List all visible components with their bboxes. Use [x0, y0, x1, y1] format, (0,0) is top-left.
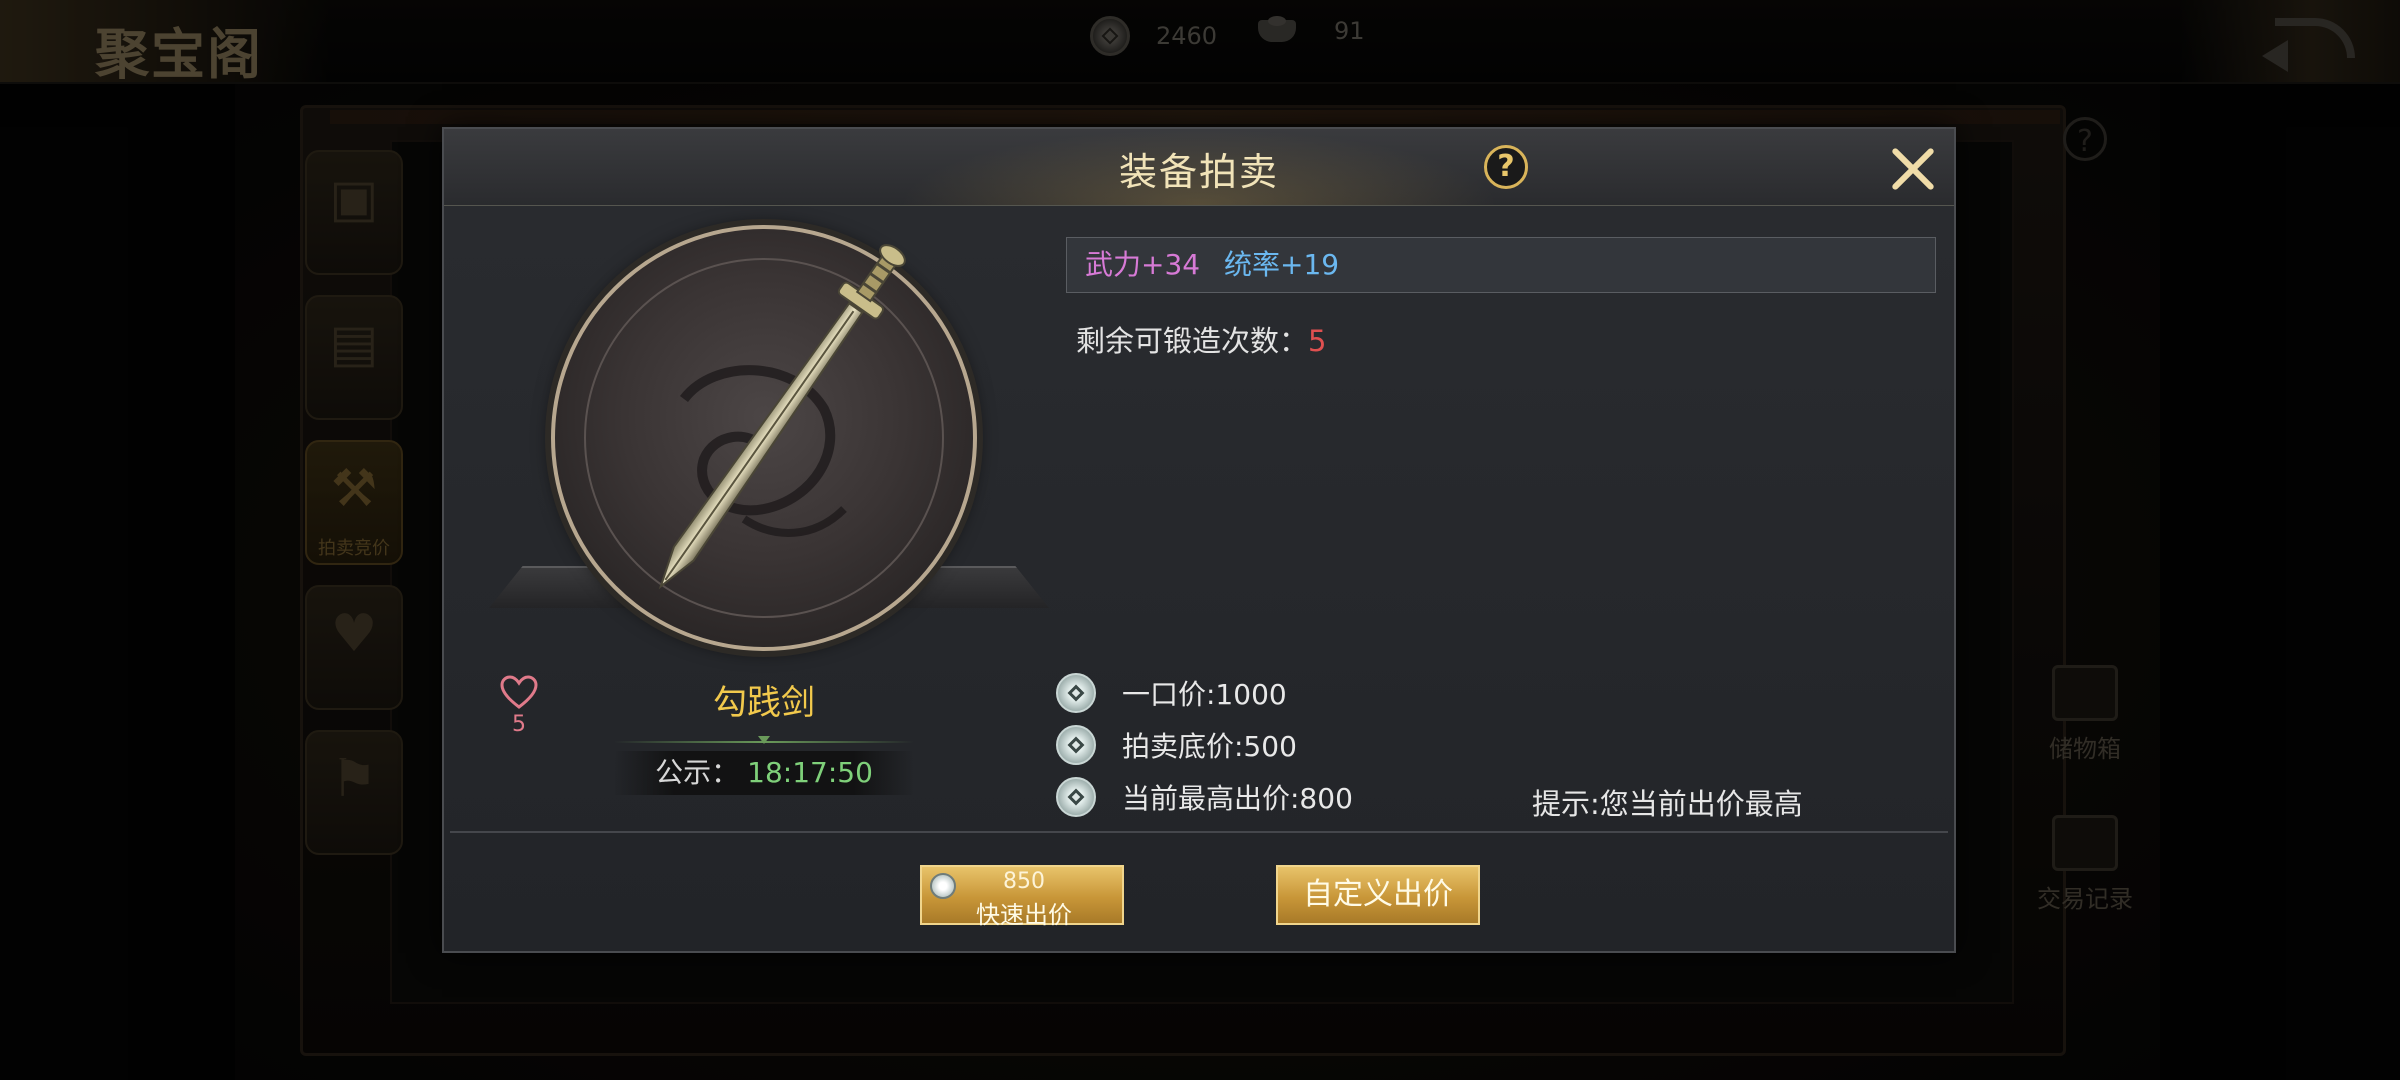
quick-bid-label: 快速出价: [976, 901, 1072, 929]
modal-header: 装备拍卖 ?: [444, 129, 1954, 206]
coin-icon: [1056, 725, 1096, 765]
help-icon[interactable]: ?: [1484, 145, 1528, 189]
publicity-label: 公示：: [655, 756, 740, 789]
sword-icon: [658, 244, 906, 590]
buyout-price: 一口价:1000: [1122, 678, 1287, 711]
bid-hint: 提示:您当前出价最高: [1532, 787, 1803, 821]
publicity-timer: 公示： 18:17:50: [614, 751, 914, 795]
coin-icon: [1056, 673, 1096, 713]
current-bid-row: 当前最高出价:800: [1056, 775, 1353, 819]
footer-divider: [450, 831, 1948, 833]
modal-title: 装备拍卖: [1118, 150, 1279, 194]
forge-count: 5: [1308, 324, 1327, 358]
stat-wuli: 武力+34: [1085, 248, 1201, 281]
base-price: 拍卖底价:500: [1122, 730, 1297, 763]
publicity-time: 18:17:50: [747, 756, 873, 789]
auction-modal: 装备拍卖 ? 5 勾践剑 公示： 18:17:50 武力+34 统率+19 剩余…: [442, 127, 1956, 953]
buyout-price-row: 一口价:1000: [1056, 671, 1287, 715]
forge-label: 剩余可锻造次数：: [1076, 324, 1309, 358]
base-price-row: 拍卖底价:500: [1056, 723, 1297, 767]
item-name: 勾践剑: [713, 683, 815, 723]
current-highest-bid: 当前最高出价:800: [1122, 782, 1353, 815]
item-name-underline-tick: [758, 736, 770, 744]
quick-bid-button[interactable]: 850 快速出价: [920, 865, 1124, 929]
close-icon[interactable]: [1888, 143, 1938, 193]
heart-icon[interactable]: [499, 673, 539, 713]
quick-bid-amount: 850: [1003, 869, 1045, 894]
forge-remaining: 剩余可锻造次数：5: [1076, 318, 1326, 360]
like-count: 5: [512, 712, 526, 737]
stat-tongshuai: 统率+19: [1224, 248, 1340, 281]
custom-bid-button[interactable]: 自定义出价: [1276, 865, 1480, 925]
item-stats: 武力+34 统率+19: [1066, 237, 1936, 293]
coin-icon: [1056, 777, 1096, 817]
